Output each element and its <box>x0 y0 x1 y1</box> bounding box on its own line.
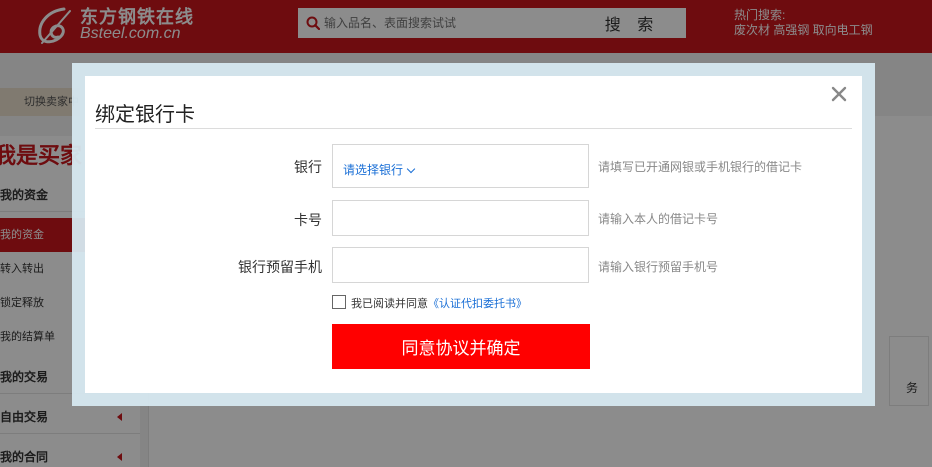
agreement-text: 我已阅读并同意《认证代扣委托书》 <box>351 295 527 311</box>
bank-label: 银行 <box>294 159 322 175</box>
card-number-hint: 请输入本人的借记卡号 <box>598 212 719 226</box>
bank-select-value[interactable]: 请选择银行 <box>343 161 416 178</box>
agreement-prefix: 我已阅读并同意 <box>351 298 428 310</box>
card-number-input[interactable] <box>333 201 588 235</box>
card-number-label: 卡号 <box>294 212 322 228</box>
confirm-button[interactable]: 同意协议并确定 <box>332 324 590 369</box>
dialog-title: 绑定银行卡 <box>95 104 195 126</box>
chevron-down-icon <box>406 164 416 174</box>
agreement-checkbox[interactable] <box>332 295 346 309</box>
bank-hint: 请填写已开通网银或手机银行的借记卡 <box>598 160 803 174</box>
phone-label: 银行预留手机 <box>238 259 322 275</box>
dialog-divider <box>95 128 852 129</box>
close-icon[interactable] <box>827 82 851 106</box>
bank-select[interactable]: 请选择银行 <box>332 144 589 188</box>
phone-input[interactable] <box>333 248 588 282</box>
bank-select-text: 请选择银行 <box>343 163 404 177</box>
bind-bank-card-dialog: 绑定银行卡 银行 请选择银行 请填写已开通网银或手机银行的借记卡 卡号 请输入本… <box>85 76 862 393</box>
card-number-field <box>332 200 589 236</box>
phone-field <box>332 247 589 283</box>
agreement-link[interactable]: 《认证代扣委托书》 <box>428 298 527 310</box>
phone-hint: 请输入银行预留手机号 <box>598 260 719 274</box>
